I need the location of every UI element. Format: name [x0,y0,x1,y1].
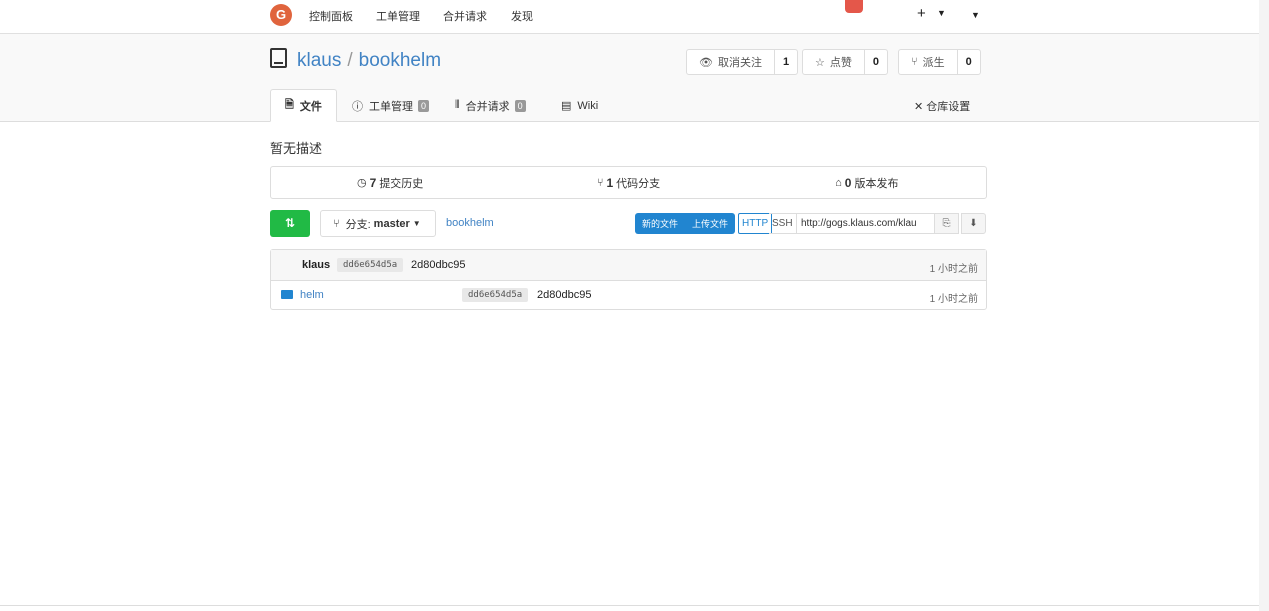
branches-stat[interactable]: ⑂ 1 代码分支 [509,167,747,198]
watch-label: 取消关注 [717,57,762,69]
clone-url-input[interactable]: http://gogs.klaus.com/klau [795,213,935,234]
nav-issues[interactable]: 工单管理 [376,8,420,24]
commit-time: 1 小时之前 [929,264,978,275]
branch-selector-icon: ⑂ [333,217,340,230]
clipboard-icon: ⎘ [942,218,951,229]
upload-file-button[interactable]: 上传文件 [685,213,735,234]
releases-label: 版本发布 [854,177,899,190]
file-icon: 🗎 [285,99,294,111]
notification-icon[interactable] [845,0,863,13]
pull-request-icon: ⫴ [455,99,460,111]
folder-icon [281,290,293,299]
fork-icon: ⑂ [911,56,918,68]
tab-files[interactable]: 🗎 文件 [270,89,337,122]
new-file-button[interactable]: 新的文件 [635,213,685,234]
tab-pull-requests[interactable]: ⫴ 合并请求 0 [441,89,540,122]
file-commit-sha-label[interactable]: dd6e654d5a [462,288,529,302]
branches-label: 代码分支 [616,177,661,190]
star-count[interactable]: 0 [865,56,887,68]
file-commit-time: 1 小时之前 [929,294,978,305]
commits-count: 7 [369,175,377,190]
ssh-clone-button[interactable]: SSH [769,213,797,234]
download-icon: ⬇ [969,218,978,229]
commit-message: 2d80dbc95 [411,259,466,271]
repo-header [0,34,1259,122]
eye-icon: 👁 [699,56,713,69]
branch-selector[interactable]: ⑂ 分支: master ▼ [320,210,436,237]
branch-icon: ⑂ [596,176,604,189]
pulls-count-badge: 0 [514,99,526,112]
branch-prefix: 分支: [345,218,371,231]
file-commit-message: 2d80dbc95 [537,289,592,301]
star-label: 点赞 [829,57,852,69]
releases-count: 0 [844,175,852,190]
history-icon: ◷ [357,177,367,189]
repo-settings-link[interactable]: ✕ 仓库设置 [914,98,970,114]
repo-description: 暂无描述 [270,141,323,156]
fork-button[interactable]: ⑂ 派生 0 [898,49,981,75]
page-scrollbar[interactable] [1259,0,1269,611]
repo-title-separator: / [347,50,353,71]
wiki-book-icon: ▤ [561,100,572,112]
repo-owner-link[interactable]: klaus [297,50,341,71]
tab-issues[interactable]: ⓘ 工单管理 0 [338,89,443,122]
fork-count[interactable]: 0 [958,56,980,68]
repo-stats-bar: ◷ 7 提交历史 ⑂ 1 代码分支 ⌂ 0 版本发布 [270,166,987,199]
footer-divider [0,605,1259,606]
create-dropdown-caret-icon[interactable]: ▼ [937,8,946,18]
top-navbar: G 控制面板 工单管理 合并请求 发现 + ▼ ▼ [0,0,1259,34]
nav-pull-requests[interactable]: 合并请求 [443,8,487,24]
commit-sha-label[interactable]: dd6e654d5a [337,258,404,272]
tag-icon: ⌂ [835,176,842,189]
tab-wiki-label: Wiki [577,99,599,112]
issues-count-badge: 0 [418,99,430,112]
commits-label: 提交历史 [379,177,424,190]
repo-title: klaus / bookhelm [297,50,441,72]
sync-icon: ⇅ [284,216,296,230]
branch-name: master [373,217,410,230]
repo-name-link[interactable]: bookhelm [359,50,441,71]
tab-files-label: 文件 [299,100,322,113]
repo-book-icon [270,48,287,68]
latest-commit-row: klaus dd6e654d5a 2d80dbc95 1 小时之前 [271,250,986,281]
tab-wiki[interactable]: ▤ Wiki [547,89,612,122]
tab-issues-label: 工单管理 [369,100,413,113]
star-icon: ☆ [815,56,825,69]
create-plus-icon[interactable]: + [917,5,926,22]
breadcrumb[interactable]: bookhelm [446,217,494,229]
chevron-down-icon: ▼ [412,219,421,228]
copy-url-button[interactable]: ⎘ [934,213,959,234]
file-name-link[interactable]: helm [300,289,324,301]
file-actions-group: 新的文件 上传文件 [635,213,736,234]
gogs-logo-icon[interactable]: G [270,4,292,26]
commits-stat[interactable]: ◷ 7 提交历史 [271,167,509,198]
commit-author[interactable]: klaus [302,259,330,271]
branches-count: 1 [606,175,614,190]
http-clone-button[interactable]: HTTP [738,213,773,234]
tools-icon: ✕ [914,101,924,113]
user-menu-caret-icon[interactable]: ▼ [971,10,980,20]
settings-label: 仓库设置 [926,101,971,113]
file-table: klaus dd6e654d5a 2d80dbc95 1 小时之前 helm d… [270,249,987,310]
tab-pulls-label: 合并请求 [465,100,510,113]
nav-dashboard[interactable]: 控制面板 [309,8,353,24]
download-button[interactable]: ⬇ [961,213,986,234]
fork-label: 派生 [922,57,945,69]
table-row: helm dd6e654d5a 2d80dbc95 1 小时之前 [271,281,986,310]
star-button[interactable]: ☆ 点赞 0 [802,49,888,75]
issue-icon: ⓘ [352,100,363,113]
releases-stat[interactable]: ⌂ 0 版本发布 [748,167,986,198]
watch-count[interactable]: 1 [775,56,797,68]
nav-explore[interactable]: 发现 [511,8,533,24]
compare-sync-button[interactable]: ⇅ [270,210,310,237]
watch-button[interactable]: 👁 取消关注 1 [686,49,799,75]
